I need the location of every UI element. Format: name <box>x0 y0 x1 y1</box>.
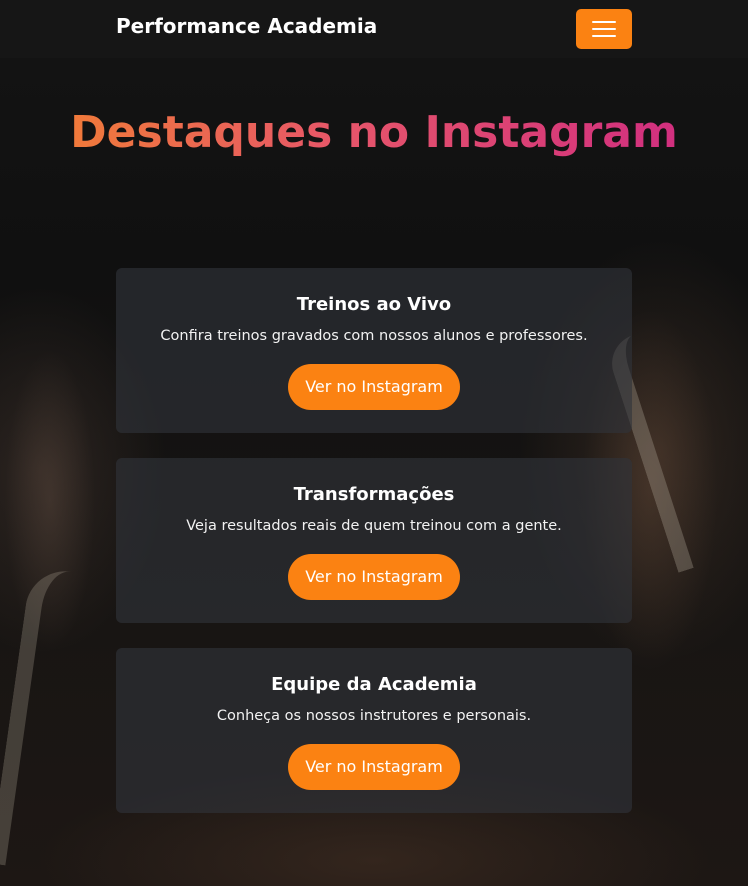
instagram-button[interactable]: Ver no Instagram <box>288 554 460 600</box>
highlight-card: Treinos ao Vivo Confira treinos gravados… <box>116 268 632 433</box>
instagram-button[interactable]: Ver no Instagram <box>288 364 460 410</box>
card-title: Transformações <box>293 484 455 505</box>
instagram-button[interactable]: Ver no Instagram <box>288 744 460 790</box>
menu-toggle-button[interactable] <box>576 9 632 49</box>
navbar: Performance Academia <box>0 0 748 58</box>
card-title: Treinos ao Vivo <box>296 294 452 315</box>
card-description: Confira treinos gravados com nossos alun… <box>160 328 588 344</box>
card-description: Veja resultados reais de quem treinou co… <box>186 518 562 534</box>
highlight-card: Transformações Veja resultados reais de … <box>116 458 632 623</box>
card-description: Conheça os nossos instrutores e personai… <box>216 708 532 724</box>
brand-logo-text[interactable]: Performance Academia <box>116 14 377 38</box>
card-title: Equipe da Academia <box>271 674 477 695</box>
section-title: Destaques no Instagram <box>70 107 678 158</box>
page: Performance Academia Destaques no Instag… <box>0 0 748 886</box>
highlight-card: Equipe da Academia Conheça os nossos ins… <box>116 648 632 813</box>
